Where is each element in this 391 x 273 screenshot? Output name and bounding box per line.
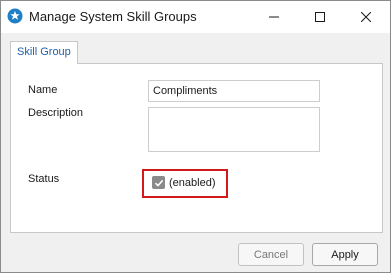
minimize-icon — [269, 16, 279, 18]
app-logo-icon — [7, 8, 23, 24]
minimize-button[interactable] — [251, 1, 297, 33]
tab-skill-group[interactable]: Skill Group — [10, 41, 78, 64]
title-bar[interactable]: Manage System Skill Groups — [1, 1, 390, 33]
close-icon — [361, 12, 371, 22]
status-checkbox-label[interactable]: (enabled) — [169, 177, 215, 189]
status-label: Status — [28, 173, 60, 185]
description-input[interactable] — [148, 107, 320, 152]
window-title: Manage System Skill Groups — [29, 9, 197, 24]
close-button[interactable] — [343, 1, 389, 33]
name-input[interactable] — [148, 80, 320, 102]
description-label: Description — [28, 107, 84, 119]
apply-button[interactable]: Apply — [312, 243, 378, 266]
name-label: Name — [28, 84, 58, 96]
maximize-button[interactable] — [297, 1, 343, 33]
cancel-button[interactable]: Cancel — [238, 243, 304, 266]
tab-skill-group-label: Skill Group — [17, 46, 71, 58]
status-checkbox[interactable] — [152, 176, 165, 189]
maximize-icon — [315, 12, 325, 22]
dialog-window: Manage System Skill Groups Skill Group N… — [0, 0, 391, 273]
checkmark-icon — [154, 179, 163, 187]
